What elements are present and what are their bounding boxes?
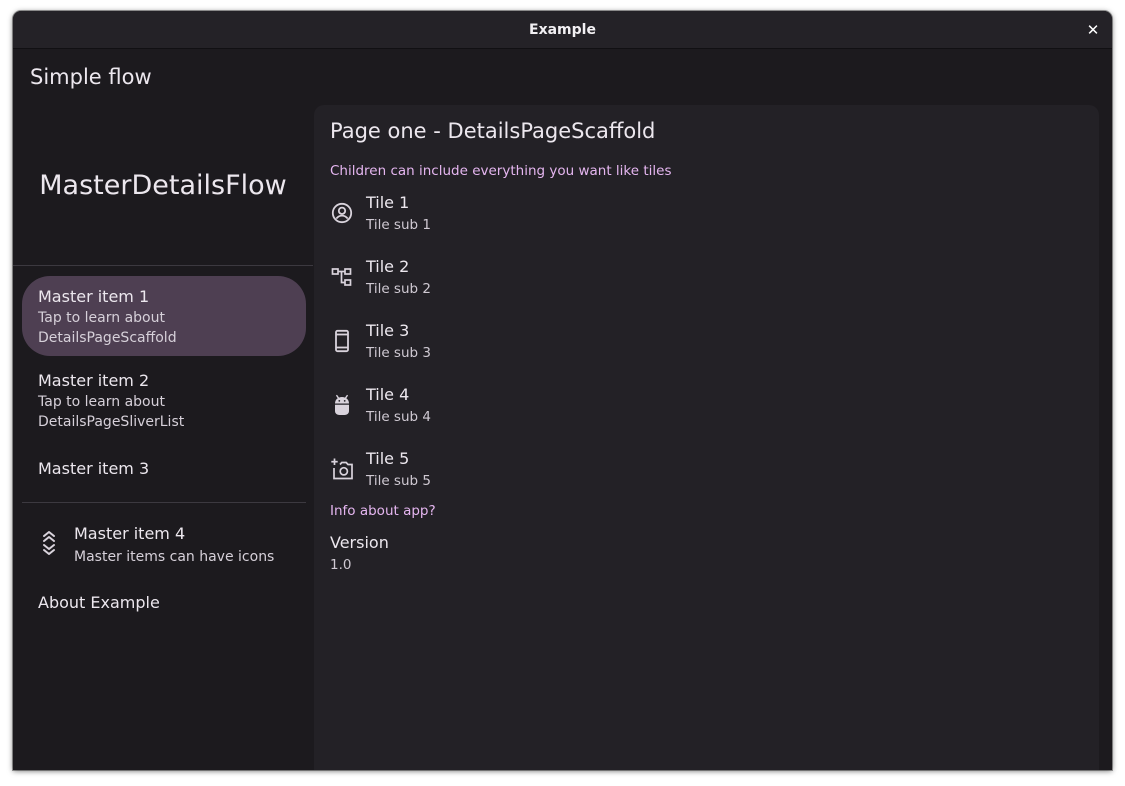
title-bar: Example ✕ bbox=[13, 11, 1112, 49]
close-icon: ✕ bbox=[1086, 21, 1100, 39]
master-item-1[interactable]: Master item 1 Tap to learn about Details… bbox=[22, 276, 306, 356]
account-circle-icon bbox=[331, 202, 353, 224]
master-item-3[interactable]: Master item 3 bbox=[22, 450, 306, 490]
tile-1[interactable]: Tile 1 Tile sub 1 bbox=[314, 189, 1099, 253]
account-tree-icon bbox=[331, 268, 352, 286]
app-window: Example ✕ Simple flow MasterDetailsFlow … bbox=[13, 11, 1112, 770]
master-item-title: Master item 3 bbox=[38, 459, 150, 478]
about-item[interactable]: About Example bbox=[22, 584, 306, 624]
master-item-subtitle: Master items can have icons bbox=[74, 549, 275, 565]
master-item-title: Master item 1 bbox=[38, 287, 150, 306]
master-item-subtitle: DetailsPageSliverList bbox=[38, 414, 185, 430]
section-header: Children can include everything you want… bbox=[330, 163, 672, 179]
master-item-2[interactable]: Master item 2 Tap to learn about Details… bbox=[22, 360, 306, 440]
add-a-photo-icon bbox=[331, 458, 353, 480]
tile-subtitle: Tile sub 5 bbox=[366, 473, 431, 489]
master-panel: MasterDetailsFlow Master item 1 Tap to l… bbox=[13, 105, 313, 770]
close-button[interactable]: ✕ bbox=[1084, 21, 1102, 39]
tile-title: Tile 5 bbox=[366, 449, 410, 468]
master-header-divider bbox=[13, 265, 313, 266]
version-value: 1.0 bbox=[330, 557, 352, 573]
tile-3[interactable]: Tile 3 Tile sub 3 bbox=[314, 317, 1099, 381]
double-chevron-icon bbox=[43, 531, 55, 555]
master-item-4[interactable]: Master item 4 Master items can have icon… bbox=[22, 517, 306, 573]
app-bar-title: Simple flow bbox=[30, 65, 152, 89]
tile-4[interactable]: Tile 4 Tile sub 4 bbox=[314, 381, 1099, 445]
tile-subtitle: Tile sub 2 bbox=[366, 281, 431, 297]
tile-5[interactable]: Tile 5 Tile sub 5 bbox=[314, 445, 1099, 509]
smartphone-icon bbox=[335, 329, 349, 353]
master-item-subtitle: DetailsPageScaffold bbox=[38, 330, 177, 346]
tile-title: Tile 1 bbox=[366, 193, 410, 212]
master-item-subtitle: Tap to learn about bbox=[38, 310, 165, 326]
master-item-subtitle: Tap to learn about bbox=[38, 394, 165, 410]
details-panel: Page one - DetailsPageScaffold Children … bbox=[314, 105, 1099, 770]
version-label: Version bbox=[330, 533, 389, 552]
tile-title: Tile 4 bbox=[366, 385, 410, 404]
android-icon bbox=[335, 394, 349, 415]
info-section-header: Info about app? bbox=[330, 503, 436, 519]
tile-title: Tile 3 bbox=[366, 321, 410, 340]
master-divider bbox=[22, 502, 306, 503]
app-bar: Simple flow bbox=[13, 49, 1112, 105]
tile-subtitle: Tile sub 3 bbox=[366, 345, 431, 361]
master-header-title: MasterDetailsFlow bbox=[39, 170, 287, 201]
about-item-title: About Example bbox=[38, 593, 160, 612]
version-tile: Version 1.0 bbox=[314, 533, 1099, 585]
tile-2[interactable]: Tile 2 Tile sub 2 bbox=[314, 253, 1099, 317]
tile-subtitle: Tile sub 4 bbox=[366, 409, 431, 425]
master-header: MasterDetailsFlow bbox=[13, 105, 313, 266]
tile-subtitle: Tile sub 1 bbox=[366, 217, 431, 233]
master-item-title: Master item 4 bbox=[74, 524, 186, 543]
window-title: Example bbox=[529, 21, 596, 38]
master-item-title: Master item 2 bbox=[38, 371, 150, 390]
tile-title: Tile 2 bbox=[366, 257, 410, 276]
page-title: Page one - DetailsPageScaffold bbox=[330, 119, 656, 143]
